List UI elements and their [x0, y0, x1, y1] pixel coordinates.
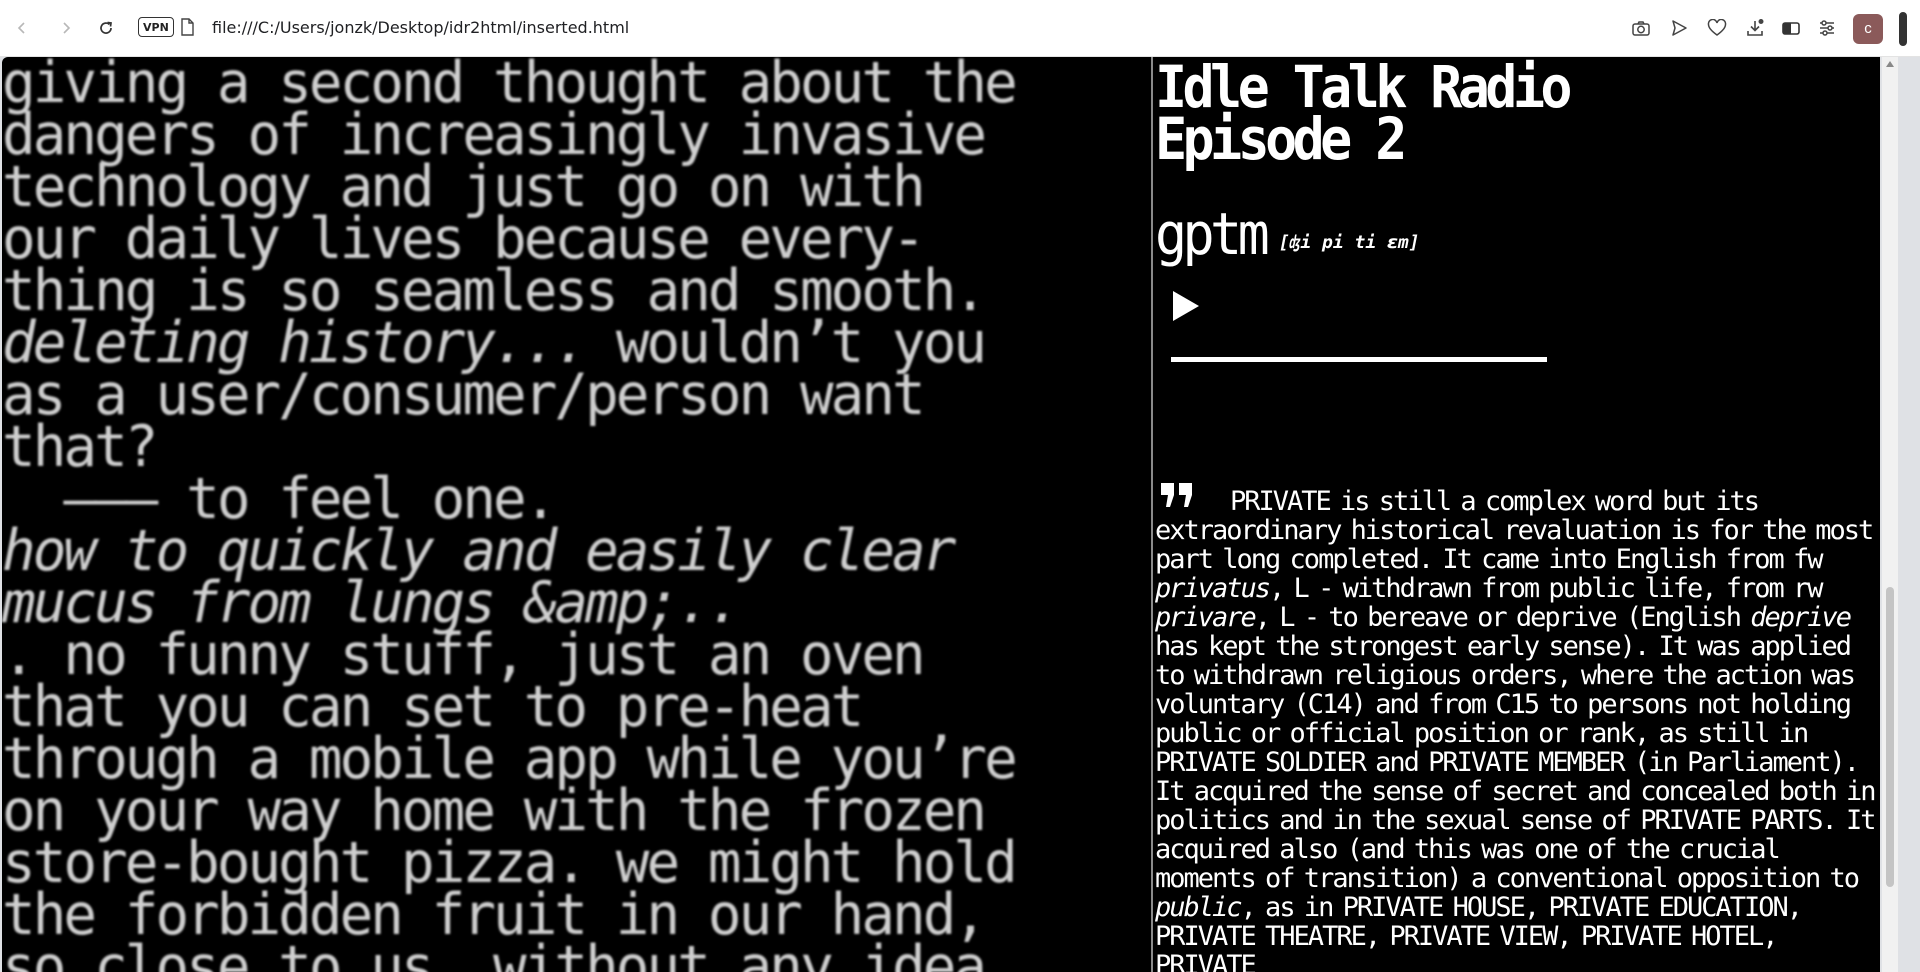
heart-icon[interactable]: [1705, 16, 1729, 40]
forward-icon[interactable]: [52, 14, 80, 42]
quote-segment: , as in PRIVATE HOUSE, PRIVATE EDUCATION…: [1155, 892, 1803, 972]
quote-italic-word: privatus: [1155, 573, 1271, 604]
left-text-pane: giving a second thought about the dangers…: [2, 57, 1150, 972]
camera-icon[interactable]: [1629, 16, 1653, 40]
quote-segment: has kept the strongest early sense). It …: [1155, 631, 1877, 894]
address-bar[interactable]: file:///C:/Users/jonzk/Desktop/idr2html/…: [212, 18, 629, 37]
text-line: so close to us, without any idea: [2, 939, 1127, 972]
quote-segment: , L - to bereave or deprive (English: [1254, 602, 1751, 633]
play-icon: [1173, 291, 1199, 321]
download-icon[interactable]: [1743, 16, 1767, 40]
page-scrollbar[interactable]: [1882, 57, 1898, 972]
scroll-up-icon[interactable]: [1886, 61, 1894, 67]
wallet-icon[interactable]: [1779, 16, 1803, 40]
audio-progress-bar[interactable]: [1171, 357, 1547, 362]
text-line: as a user/consumer/person want: [2, 367, 1127, 424]
file-icon: [180, 18, 194, 41]
episode-title: Idle Talk Radio Episode 2: [1155, 58, 1572, 168]
speaker-row: gptm [ʤi pi ti ɛm]: [1155, 205, 1420, 263]
quote-mark-icon: [1159, 481, 1195, 517]
browser-toolbar: VPN file:///C:/Users/jonzk/Desktop/idr2h…: [0, 0, 1920, 57]
settings-sliders-icon[interactable]: [1815, 16, 1839, 40]
quote-italic-word: privare: [1155, 602, 1257, 633]
plain-text: so close to us, without any idea: [2, 934, 987, 972]
scrollbar-thumb[interactable]: [1886, 587, 1894, 887]
play-button[interactable]: [1171, 289, 1201, 323]
speaker-name: gptm: [1155, 200, 1270, 268]
profile-avatar[interactable]: c: [1853, 14, 1883, 44]
page-viewport: giving a second thought about the dangers…: [2, 57, 1880, 972]
quote-segment: , L - withdrawn from public life, from r…: [1269, 573, 1823, 604]
vpn-badge[interactable]: VPN: [138, 17, 174, 37]
quote-block: PRIVATE is still a complex word but its …: [1155, 483, 1880, 972]
quote-text: PRIVATE is still a complex word but its …: [1155, 487, 1880, 972]
quote-italic-word: public: [1155, 892, 1243, 923]
sidebar-toggle[interactable]: [1896, 12, 1910, 46]
reload-icon[interactable]: [92, 14, 120, 42]
speaker-pronunciation: [ʤi pi ti ɛm]: [1278, 232, 1420, 253]
quote-segment: PRIVATE is still a complex word but its …: [1155, 486, 1874, 575]
right-episode-pane: Idle Talk Radio Episode 2 gptm [ʤi pi ti…: [1153, 57, 1880, 972]
back-icon[interactable]: [8, 14, 36, 42]
send-icon[interactable]: [1667, 16, 1691, 40]
scrolling-text: giving a second thought about the dangers…: [2, 57, 1127, 972]
quote-italic-word: deprive: [1750, 602, 1852, 633]
